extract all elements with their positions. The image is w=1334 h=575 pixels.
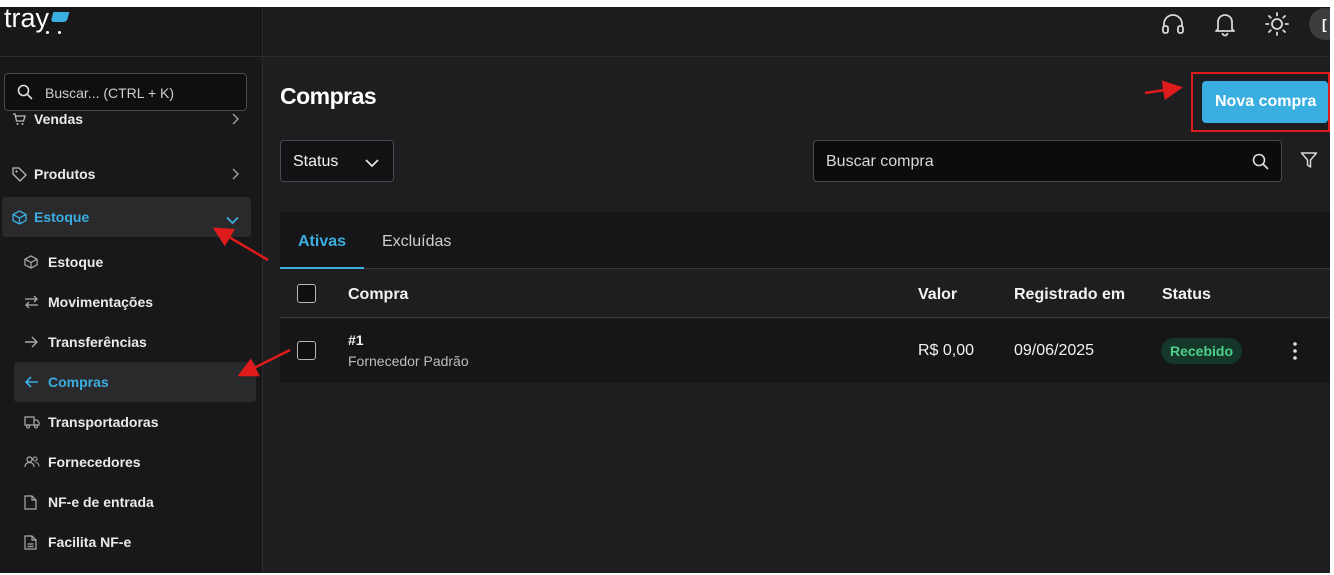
sidebar-subitem-transportadoras[interactable]: Transportadoras — [14, 402, 256, 442]
logo-dot — [58, 31, 61, 34]
sidebar-search-placeholder: Buscar... (CTRL + K) — [45, 85, 175, 101]
filter-icon[interactable] — [1300, 151, 1318, 174]
tabs-bar: Ativas Excluídas — [280, 212, 1330, 269]
column-header-registrado: Registrado em — [1014, 286, 1126, 303]
chevron-right-icon — [230, 112, 240, 128]
sidebar-subitem-label: Estoque — [48, 254, 104, 270]
cart-icon — [12, 112, 26, 129]
column-header-compra: Compra — [348, 286, 409, 303]
table-row[interactable]: #1 Fornecedor Padrão R$ 0,00 09/06/2025 … — [280, 319, 1330, 383]
sidebar-subitem-label: Compras — [48, 374, 109, 390]
tab-ativas[interactable]: Ativas — [298, 233, 346, 251]
swap-icon — [24, 295, 39, 312]
sidebar-subitem-label: Transportadoras — [48, 414, 159, 430]
active-tab-indicator — [280, 267, 364, 269]
purchase-supplier: Fornecedor Padrão — [348, 353, 469, 369]
arrow-left-icon — [24, 375, 39, 392]
topbar: [ — [263, 7, 1330, 57]
chevron-down-icon — [226, 212, 239, 228]
table-header: Compra Valor Registrado em Status — [280, 270, 1330, 318]
sun-icon[interactable] — [1264, 11, 1290, 42]
sidebar-search-input[interactable]: Buscar... (CTRL + K) — [4, 73, 247, 111]
sidebar-item-produtos[interactable]: Produtos — [0, 154, 252, 194]
sidebar: tray Buscar... (CTRL + K) Vendas Produto… — [0, 7, 263, 573]
select-all-checkbox[interactable] — [297, 284, 316, 303]
chevron-right-icon — [230, 167, 240, 183]
purchase-search-input[interactable]: Buscar compra — [813, 140, 1282, 182]
users-icon — [24, 455, 40, 472]
purchase-search-placeholder: Buscar compra — [826, 153, 934, 170]
tag-icon — [12, 167, 27, 185]
box-icon — [24, 255, 38, 272]
chevron-down-icon — [365, 155, 379, 173]
logo: tray — [4, 7, 50, 33]
sidebar-subitem-label: Movimentações — [48, 294, 154, 310]
bell-icon[interactable] — [1212, 11, 1238, 42]
tab-excluidas[interactable]: Excluídas — [382, 233, 451, 251]
column-header-valor: Valor — [918, 286, 958, 303]
logo-dot — [46, 31, 49, 34]
box-icon — [12, 210, 27, 228]
column-header-status: Status — [1162, 286, 1211, 303]
purchase-value: R$ 0,00 — [918, 342, 975, 359]
purchase-date: 09/06/2025 — [1014, 342, 1095, 359]
sidebar-subitem-label: Transferências — [48, 334, 147, 350]
purchase-id: #1 — [348, 332, 364, 348]
row-checkbox[interactable] — [297, 341, 316, 360]
logo-cart-icon — [50, 12, 70, 22]
sidebar-subitem-compras[interactable]: Compras — [14, 362, 256, 402]
sidebar-subitem-label: Facilita NF-e — [48, 534, 132, 550]
app-window: tray Buscar... (CTRL + K) Vendas Produto… — [0, 7, 1330, 573]
sidebar-item-label: Vendas — [34, 111, 84, 127]
more-options-icon[interactable] — [1285, 339, 1305, 363]
sidebar-item-estoque[interactable]: Estoque — [2, 197, 251, 237]
sidebar-subitem-label: NF-e de entrada — [48, 494, 154, 510]
new-purchase-button[interactable]: Nova compra — [1202, 81, 1328, 123]
status-filter-label: Status — [293, 153, 339, 170]
sidebar-subitem-transferencias[interactable]: Transferências — [14, 322, 256, 362]
arrow-right-icon — [24, 335, 39, 352]
search-icon — [17, 84, 33, 105]
avatar[interactable]: [ — [1309, 8, 1330, 40]
sidebar-subitem-estoque[interactable]: Estoque — [14, 242, 256, 282]
page-title: Compras — [280, 83, 377, 109]
document-icon — [24, 495, 37, 513]
sidebar-subitem-facilita-nfe[interactable]: Facilita NF-e — [14, 522, 256, 562]
avatar-initial: [ — [1322, 16, 1327, 32]
truck-icon — [24, 415, 40, 432]
search-icon[interactable] — [1252, 153, 1269, 175]
sidebar-item-label: Produtos — [34, 166, 96, 182]
sidebar-item-label: Estoque — [34, 209, 90, 225]
sidebar-subitem-fornecedores[interactable]: Fornecedores — [14, 442, 256, 482]
sidebar-subitem-movimentacoes[interactable]: Movimentações — [14, 282, 256, 322]
sidebar-item-vendas[interactable]: Vendas — [0, 111, 252, 137]
new-purchase-button-label: Nova compra — [1215, 93, 1317, 110]
logo-area: tray — [0, 7, 263, 57]
headset-icon[interactable] — [1160, 11, 1186, 42]
document-icon — [24, 535, 37, 553]
sidebar-subitem-nfe-entrada[interactable]: NF-e de entrada — [14, 482, 256, 522]
status-badge: Recebido — [1161, 338, 1243, 364]
status-filter-dropdown[interactable]: Status — [280, 140, 394, 182]
sidebar-subitem-label: Fornecedores — [48, 454, 141, 470]
